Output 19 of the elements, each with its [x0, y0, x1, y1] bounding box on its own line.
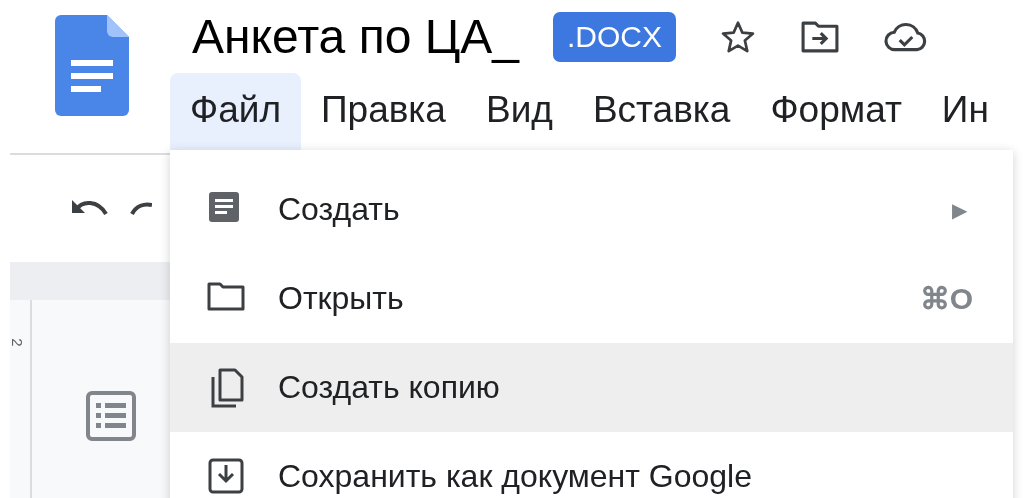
menu-item[interactable]: Ин: [921, 73, 1009, 150]
menu-option[interactable]: Создать копию: [170, 343, 1013, 432]
menu-item[interactable]: Вид: [465, 73, 573, 150]
outline-icon[interactable]: [85, 390, 137, 442]
submenu-arrow: ▶: [952, 197, 967, 222]
menu-item[interactable]: Правка: [300, 73, 466, 150]
menu-option[interactable]: Создать ▶: [170, 165, 1013, 254]
document-title[interactable]: Анкета по ЦА_: [192, 9, 519, 64]
star-icon[interactable]: [719, 18, 756, 55]
menu-item[interactable]: Файл: [170, 73, 301, 150]
docs-logo-icon[interactable]: [55, 15, 129, 116]
menu-option[interactable]: Сохранить как документ Google: [170, 432, 1013, 498]
menu-item[interactable]: Вставка: [572, 73, 751, 150]
download-icon: [207, 456, 245, 497]
shortcut-label: ⌘O: [919, 281, 973, 316]
menu-item[interactable]: Формат: [750, 73, 922, 150]
ruler-number: 2: [8, 338, 26, 347]
menu-option[interactable]: Открыть ⌘O: [170, 254, 1013, 343]
file-type-badge: .DOCX: [552, 11, 676, 62]
